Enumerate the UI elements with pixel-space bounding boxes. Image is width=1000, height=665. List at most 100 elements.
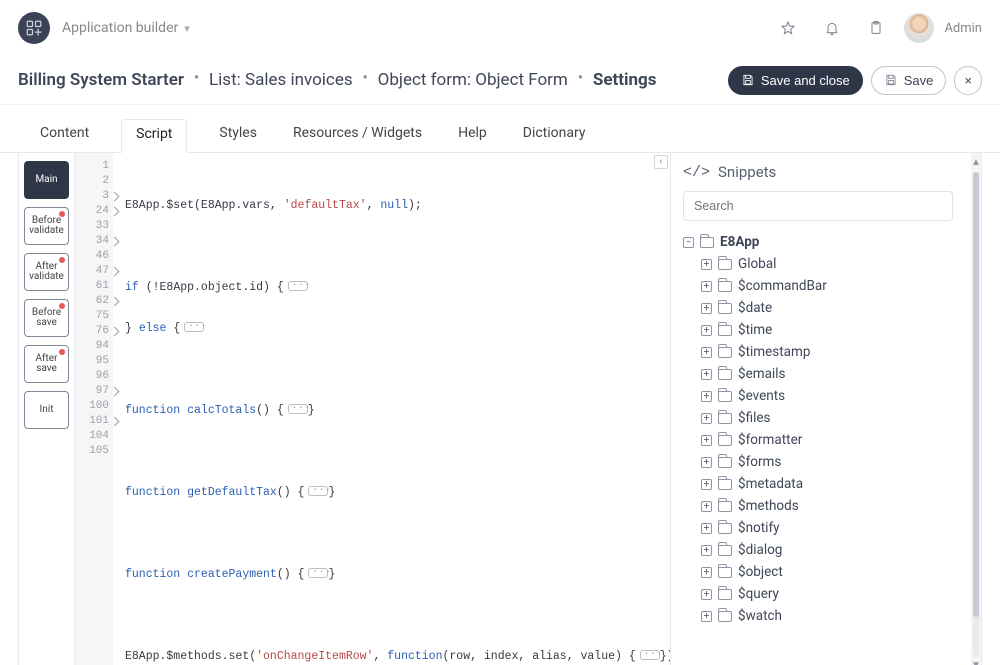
- avatar[interactable]: [904, 13, 934, 43]
- save-and-close-button[interactable]: Save and close: [728, 66, 863, 95]
- expand-icon[interactable]: [701, 259, 712, 270]
- vertical-scrollbar[interactable]: ▲ ▼: [971, 153, 981, 665]
- snippet-item[interactable]: $notify: [701, 517, 953, 539]
- expand-icon[interactable]: [701, 369, 712, 380]
- expand-icon[interactable]: [701, 281, 712, 292]
- panel-collapse-icon[interactable]: ‹: [654, 155, 668, 169]
- gutter-line: 76: [75, 324, 109, 339]
- tab-content[interactable]: Content: [36, 119, 93, 153]
- gutter-line: 105: [75, 444, 109, 459]
- snippet-item[interactable]: $watch: [701, 605, 953, 627]
- snippet-item[interactable]: Global: [701, 253, 953, 275]
- expand-icon[interactable]: [701, 479, 712, 490]
- fold-icon[interactable]: [288, 404, 308, 414]
- expand-icon[interactable]: [701, 523, 712, 534]
- breadcrumb: Billing System Starter • List: Sales inv…: [18, 70, 657, 90]
- close-button[interactable]: ×: [954, 66, 982, 95]
- folder-icon: [718, 303, 732, 314]
- star-icon[interactable]: [772, 12, 804, 44]
- fold-icon[interactable]: [288, 281, 308, 291]
- snippet-item[interactable]: $events: [701, 385, 953, 407]
- gutter-line: 62: [75, 294, 109, 309]
- folder-icon: [718, 281, 732, 292]
- scroll-track[interactable]: [973, 172, 979, 656]
- gutter-line: 95: [75, 354, 109, 369]
- clipboard-icon[interactable]: [860, 12, 892, 44]
- code: ,: [373, 650, 387, 663]
- app-name-dropdown[interactable]: Application builder ▾: [62, 20, 190, 36]
- expand-icon[interactable]: [701, 325, 712, 336]
- tree-root[interactable]: E8App: [683, 231, 953, 253]
- expand-icon[interactable]: [701, 413, 712, 424]
- expand-icon[interactable]: [701, 501, 712, 512]
- crumb-sep: •: [363, 70, 368, 86]
- expand-icon[interactable]: [701, 347, 712, 358]
- code-brackets-icon: </>: [683, 164, 710, 181]
- crumb-sep: •: [578, 70, 583, 86]
- snippet-item[interactable]: $date: [701, 297, 953, 319]
- script-tab-after-validate[interactable]: After validate: [24, 253, 69, 291]
- dirty-dot-icon: [59, 303, 65, 309]
- expand-icon[interactable]: [701, 567, 712, 578]
- expand-icon[interactable]: [701, 303, 712, 314]
- expand-icon[interactable]: [701, 391, 712, 402]
- fold-icon[interactable]: [308, 568, 328, 578]
- script-tab-before-validate[interactable]: Before validate: [24, 207, 69, 245]
- snippets-search-input[interactable]: [683, 191, 953, 221]
- snippet-item[interactable]: $object: [701, 561, 953, 583]
- snippet-item[interactable]: $dialog: [701, 539, 953, 561]
- code: function: [387, 650, 442, 663]
- code: () {: [277, 486, 305, 499]
- gutter-line: 3: [75, 189, 109, 204]
- snippet-item[interactable]: $formatter: [701, 429, 953, 451]
- script-tab-main[interactable]: Main: [24, 161, 69, 199]
- snippets-title: Snippets: [718, 163, 776, 181]
- fold-icon[interactable]: [308, 486, 328, 496]
- script-tab-before-save[interactable]: Before save: [24, 299, 69, 337]
- app-logo[interactable]: [18, 12, 50, 44]
- code-editor[interactable]: ‹ E8App.$set(E8App.vars, 'defaultTax', n…: [113, 153, 671, 665]
- tab-script[interactable]: Script: [121, 119, 187, 153]
- tab-help[interactable]: Help: [454, 119, 491, 153]
- snippet-item[interactable]: $methods: [701, 495, 953, 517]
- script-tab-after-save[interactable]: After save: [24, 345, 69, 383]
- code: else: [139, 322, 167, 335]
- expand-icon[interactable]: [701, 457, 712, 468]
- snippet-item[interactable]: $emails: [701, 363, 953, 385]
- code: () {: [277, 568, 305, 581]
- script-tab-label: Before validate: [27, 216, 66, 237]
- tree-root-label: E8App: [720, 234, 759, 250]
- tab-dictionary[interactable]: Dictionary: [519, 119, 590, 153]
- crumb-sep: •: [194, 70, 199, 86]
- snippet-item[interactable]: $files: [701, 407, 953, 429]
- expand-icon[interactable]: [701, 611, 712, 622]
- tab-styles[interactable]: Styles: [215, 119, 261, 153]
- gutter-line: 47: [75, 264, 109, 279]
- scroll-up-icon[interactable]: ▲: [971, 157, 981, 168]
- snippet-item[interactable]: $timestamp: [701, 341, 953, 363]
- snippet-label: $object: [738, 564, 783, 580]
- script-tab-init[interactable]: Init: [24, 391, 69, 429]
- folder-icon: [700, 237, 714, 248]
- fold-icon[interactable]: [640, 650, 660, 660]
- snippet-item[interactable]: $forms: [701, 451, 953, 473]
- expand-icon[interactable]: [701, 545, 712, 556]
- scroll-down-icon[interactable]: ▼: [971, 660, 981, 665]
- collapse-icon[interactable]: [683, 237, 694, 248]
- gutter-line: 34: [75, 234, 109, 249]
- expand-icon[interactable]: [701, 589, 712, 600]
- save-button[interactable]: Save: [871, 66, 947, 95]
- snippet-item[interactable]: $metadata: [701, 473, 953, 495]
- expand-icon[interactable]: [701, 435, 712, 446]
- tab-resources[interactable]: Resources / Widgets: [289, 119, 426, 153]
- snippet-item[interactable]: $commandBar: [701, 275, 953, 297]
- fold-icon[interactable]: [184, 322, 204, 332]
- bell-icon[interactable]: [816, 12, 848, 44]
- snippet-item[interactable]: $time: [701, 319, 953, 341]
- code: if: [125, 281, 139, 294]
- folder-icon: [718, 413, 732, 424]
- script-tab-label: Main: [35, 175, 57, 186]
- snippet-item[interactable]: $query: [701, 583, 953, 605]
- gutter-line: 1: [75, 159, 109, 174]
- scroll-thumb[interactable]: [973, 172, 979, 617]
